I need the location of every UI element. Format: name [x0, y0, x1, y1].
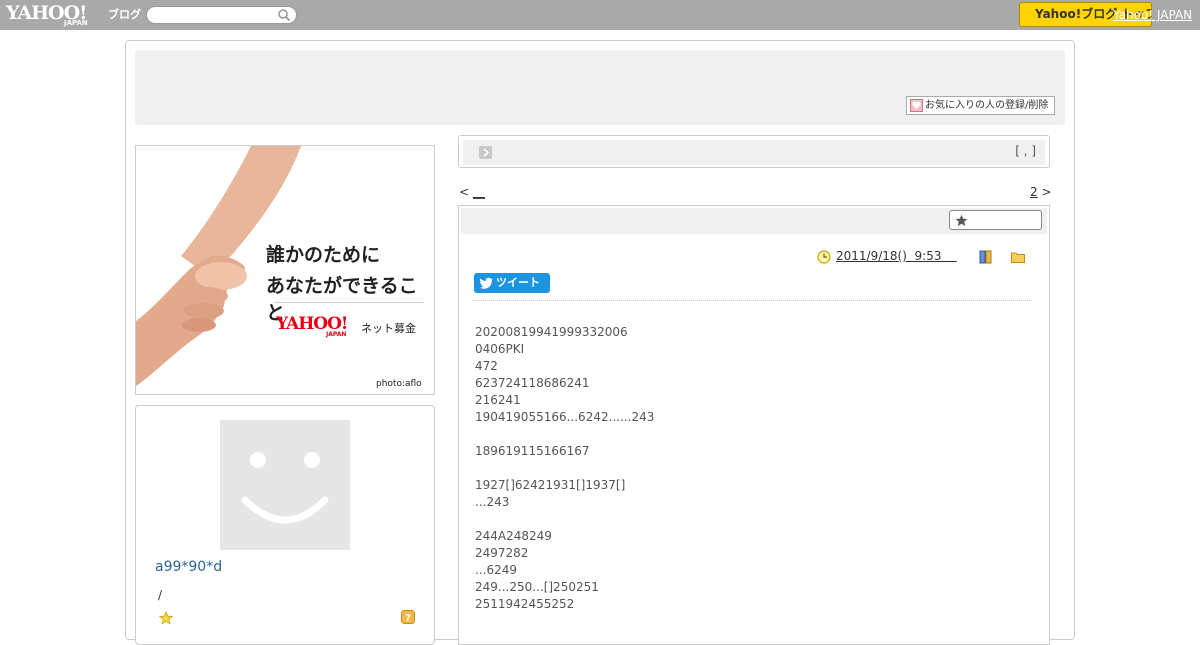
- yahoo-blog-logo[interactable]: YAHOO! JAPAN ブログ: [6, 2, 142, 28]
- article-line: 216241: [475, 393, 521, 407]
- profile-box: a99*90*d / ?: [135, 405, 435, 645]
- article-head-bar: [461, 208, 1047, 234]
- twitter-bird-icon: [480, 277, 493, 289]
- article-title-box: [ , ]: [458, 135, 1050, 168]
- article-body: 20200819941999332006 0406PKI 472 6237241…: [475, 324, 654, 613]
- article-date[interactable]: 2011/9/18() 9:53: [836, 249, 957, 263]
- top-bar: YAHOO! JAPAN ブログ Yahoo!ブログ トップ Yahoo! JA…: [0, 0, 1200, 30]
- avatar[interactable]: [220, 420, 350, 550]
- favorite-register-label: お気に入りの人の登録/削除: [925, 100, 1049, 111]
- banner-subtitle: ネット募金: [361, 322, 416, 335]
- profile-slash: /: [158, 588, 163, 602]
- banner-yahoo-logo-sub: JAPAN: [326, 331, 347, 338]
- logo-blog: ブログ: [108, 8, 141, 21]
- next-link-text[interactable]: 2: [1030, 185, 1038, 199]
- tweet-label: ツイート: [496, 276, 540, 289]
- article-box: 2011/9/18() 9:53 ツイート 202008199419993320…: [458, 205, 1050, 645]
- article-line: 2497282: [475, 546, 529, 560]
- charity-banner[interactable]: 誰かのために あなたができること YAHOO! JAPAN ネット募金 phot…: [135, 145, 435, 395]
- article-line: 2511942455252: [475, 597, 575, 611]
- article-line: ...243: [475, 495, 510, 509]
- article-line: 244A248249: [475, 529, 552, 543]
- search-icon[interactable]: [277, 8, 291, 22]
- search-input[interactable]: [146, 6, 297, 24]
- logo-sub: JAPAN: [64, 19, 88, 27]
- banner-line1: 誰かのために: [266, 244, 381, 266]
- next-arrow: >: [1041, 185, 1052, 199]
- article-line: [475, 426, 654, 443]
- svg-text:?: ?: [405, 613, 411, 624]
- article-divider: [474, 300, 1032, 301]
- arrow-right-icon: [479, 146, 492, 159]
- article-line: [475, 511, 654, 528]
- banner-credit: photo:aflo: [376, 379, 422, 389]
- profile-username[interactable]: a99*90*d: [155, 559, 222, 575]
- clock-icon: [817, 250, 831, 264]
- article-line: 20200819941999332006: [475, 325, 628, 339]
- article-line: 0406PKI: [475, 342, 525, 356]
- star-icon[interactable]: [159, 611, 173, 625]
- article-meta: 2011/9/18() 9:53: [817, 249, 1037, 265]
- article-line: 190419055166...6242......243: [475, 410, 655, 424]
- article-line: 189619115166167: [475, 444, 590, 458]
- next-article-link[interactable]: 2 >: [1030, 185, 1052, 199]
- prev-link-text[interactable]: __: [473, 185, 485, 199]
- article-line: ...6249: [475, 563, 517, 577]
- article-title-bar: [ , ]: [463, 140, 1045, 165]
- article-line: 472: [475, 359, 498, 373]
- yahoo-japan-link[interactable]: Yahoo! JAPAN: [1113, 8, 1192, 22]
- article-line: 249...250...[]250251: [475, 580, 599, 594]
- smiley-icon: [241, 452, 329, 524]
- tweet-button[interactable]: ツイート: [474, 273, 550, 293]
- star-outline-icon: [955, 214, 968, 226]
- fan-star-button[interactable]: [949, 210, 1042, 230]
- help-icon[interactable]: ?: [401, 610, 415, 624]
- prev-article-link[interactable]: < __: [459, 185, 485, 199]
- article-line: 1927[]62421931[]1937[]: [475, 478, 626, 492]
- favorite-register-button[interactable]: お気に入りの人の登録/削除: [906, 96, 1055, 115]
- book-icon[interactable]: [979, 250, 993, 264]
- article-category-bracket: [ , ]: [1015, 144, 1036, 158]
- heart-icon: [910, 99, 923, 112]
- article-line: [475, 460, 654, 477]
- folder-icon[interactable]: [1011, 251, 1025, 263]
- prev-arrow: <: [459, 185, 470, 199]
- banner-divider: [274, 302, 424, 303]
- article-line: 623724118686241: [475, 376, 590, 390]
